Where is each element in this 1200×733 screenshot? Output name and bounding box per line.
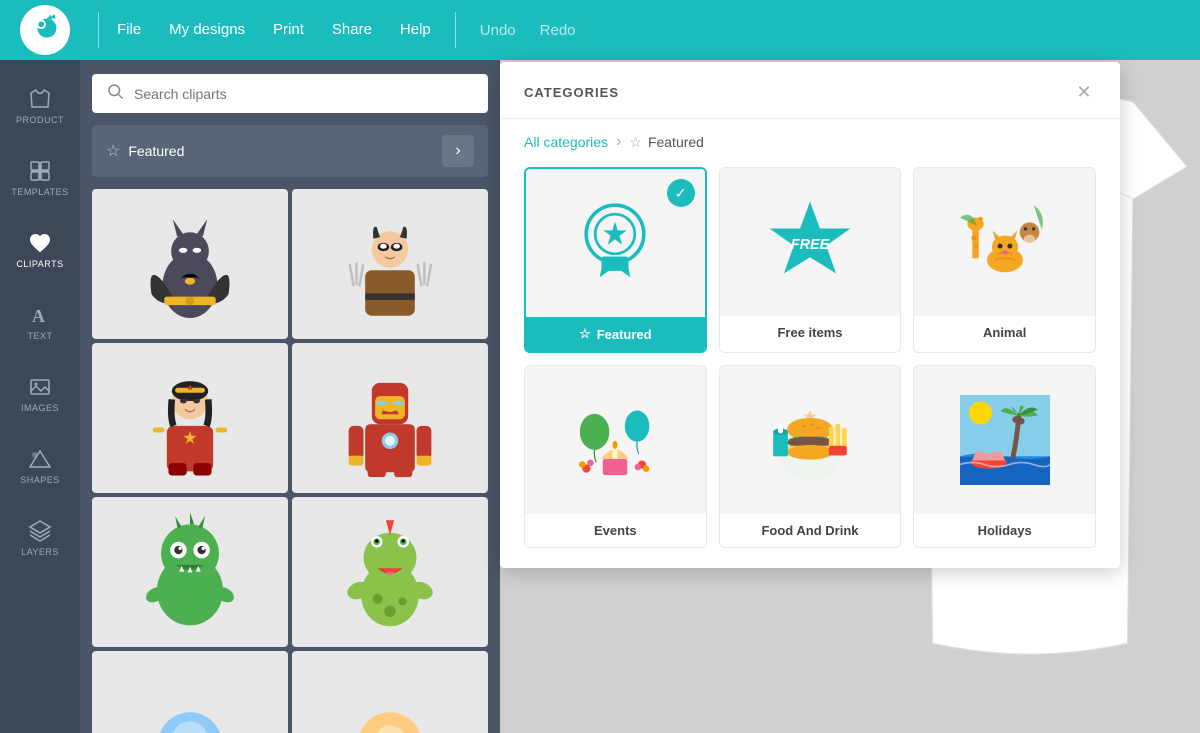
- clipart-item-batman[interactable]: [92, 189, 288, 339]
- nav-help[interactable]: Help: [400, 21, 431, 39]
- clipart-item-partial2[interactable]: [292, 651, 488, 733]
- sidebar-images-label: IMAGES: [21, 403, 59, 413]
- sidebar-text-label: TEXT: [27, 331, 52, 341]
- sidebar: PRODUCT TEMPLATES CLIPARTS a TEXT: [0, 60, 80, 733]
- breadcrumb-current: ☆ Featured: [629, 134, 704, 151]
- modal-header: CATEGORIES ✕: [500, 62, 1120, 119]
- clipart-item-wolverine[interactable]: [292, 189, 488, 339]
- category-events-image: [525, 366, 706, 514]
- category-food-image: [720, 366, 901, 514]
- modal-close-button[interactable]: ✕: [1072, 80, 1096, 104]
- sidebar-item-product[interactable]: PRODUCT: [0, 70, 80, 142]
- breadcrumb-all-categories[interactable]: All categories: [524, 134, 608, 150]
- sidebar-layers-label: LAYERS: [21, 547, 59, 557]
- sidebar-item-cliparts[interactable]: CLIPARTS: [0, 214, 80, 286]
- nav-my-designs[interactable]: My designs: [169, 21, 245, 39]
- categories-modal: CATEGORIES ✕ All categories › ☆ Featured…: [500, 62, 1120, 568]
- category-card-animal[interactable]: Animal: [913, 167, 1096, 353]
- sidebar-item-layers[interactable]: LAYERS: [0, 502, 80, 574]
- search-input[interactable]: [134, 86, 474, 102]
- search-icon: [106, 82, 124, 105]
- sidebar-item-images[interactable]: IMAGES: [0, 358, 80, 430]
- clipart-item-monster1[interactable]: [92, 497, 288, 647]
- featured-filter-row: ☆ Featured ›: [92, 125, 488, 177]
- nav-divider-1: [98, 12, 99, 48]
- clipart-grid: [92, 189, 488, 733]
- clipart-item-partial1[interactable]: [92, 651, 288, 733]
- category-card-events[interactable]: Events: [524, 365, 707, 548]
- undo-button[interactable]: Undo: [480, 22, 516, 39]
- category-food-label: Food And Drink: [720, 514, 901, 547]
- category-free-label: Free items: [720, 316, 901, 349]
- clipart-item-wonderwoman[interactable]: [92, 343, 288, 493]
- sidebar-item-templates[interactable]: TEMPLATES: [0, 142, 80, 214]
- featured-label: ☆ Featured: [106, 141, 442, 161]
- breadcrumb-separator: ›: [616, 133, 621, 151]
- categories-grid: ✓ ☆ Featured: [500, 167, 1120, 548]
- category-featured-label: ☆ Featured: [526, 317, 705, 351]
- sidebar-item-text[interactable]: a TEXT: [0, 286, 80, 358]
- cliparts-panel: ☆ Featured ›: [80, 60, 500, 733]
- nav-actions: Undo Redo: [480, 22, 576, 39]
- category-animal-label: Animal: [914, 316, 1095, 349]
- search-box[interactable]: [92, 74, 488, 113]
- category-card-featured[interactable]: ✓ ☆ Featured: [524, 167, 707, 353]
- nav-file[interactable]: File: [117, 21, 141, 39]
- category-card-holidays[interactable]: Holidays: [913, 365, 1096, 548]
- category-holidays-image: [914, 366, 1095, 514]
- sidebar-cliparts-label: CLIPARTS: [16, 259, 63, 269]
- app-logo[interactable]: [20, 5, 70, 55]
- nav-share[interactable]: Share: [332, 21, 372, 39]
- featured-text: Featured: [128, 143, 184, 159]
- category-animal-image: [914, 168, 1095, 316]
- category-card-free-items[interactable]: FREE Free items: [719, 167, 902, 353]
- selected-checkmark: ✓: [667, 179, 695, 207]
- clipart-item-monster2[interactable]: [292, 497, 488, 647]
- topnav: File My designs Print Share Help Undo Re…: [0, 0, 1200, 60]
- category-holidays-label: Holidays: [914, 514, 1095, 547]
- sidebar-product-label: PRODUCT: [16, 115, 64, 125]
- clipart-item-ironman[interactable]: [292, 343, 488, 493]
- sidebar-shapes-label: SHAPES: [20, 475, 60, 485]
- category-free-image: FREE: [720, 168, 901, 316]
- redo-button[interactable]: Redo: [540, 22, 576, 39]
- category-featured-star-icon: ☆: [579, 326, 591, 342]
- category-card-food-drink[interactable]: Food And Drink: [719, 365, 902, 548]
- featured-arrow-button[interactable]: ›: [442, 135, 474, 167]
- svg-text:a: a: [32, 306, 46, 326]
- nav-menu: File My designs Print Share Help: [117, 21, 431, 39]
- nav-print[interactable]: Print: [273, 21, 304, 39]
- category-featured-image: ✓: [526, 169, 705, 317]
- modal-title: CATEGORIES: [524, 85, 619, 100]
- svg-text:FREE: FREE: [791, 237, 830, 253]
- sidebar-templates-label: TEMPLATES: [11, 187, 68, 197]
- breadcrumb: All categories › ☆ Featured: [500, 119, 1120, 167]
- breadcrumb-star-icon: ☆: [629, 134, 642, 151]
- sidebar-item-shapes[interactable]: SHAPES: [0, 430, 80, 502]
- nav-divider-2: [455, 12, 456, 48]
- category-events-label: Events: [525, 514, 706, 547]
